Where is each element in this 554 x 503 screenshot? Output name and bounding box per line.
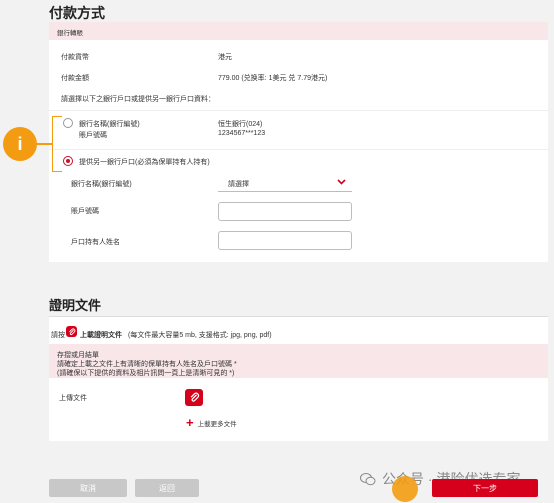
cancel-label: 取消 — [80, 483, 96, 493]
divider — [49, 149, 548, 150]
bank-select-value: 請選擇 — [228, 181, 249, 188]
currency-label: 付款貨幣 — [61, 54, 89, 61]
upload-clip-button[interactable] — [66, 326, 77, 337]
next-button[interactable]: 下一步 — [432, 479, 538, 497]
next-label: 下一步 — [473, 483, 497, 493]
select-account-instruction: 請選擇以下之銀行戶口或提供另一銀行戶口資料： — [61, 96, 215, 103]
bank-transfer-label: 銀行轉賬 — [57, 30, 83, 37]
option1-bank-value: 恒生銀行(024) — [218, 121, 263, 128]
proof-card: 請按 上載證明文件 (每文件最大容量5 mb, 支援格式: jpg, png, … — [49, 317, 548, 441]
upload-file-button[interactable] — [185, 389, 203, 406]
info-icon: i — [3, 127, 37, 161]
upload-hint: (每文件最大容量5 mb, 支援格式: jpg, png, pdf) — [128, 332, 272, 339]
account-holder-input[interactable] — [218, 231, 352, 250]
cancel-button[interactable]: 取消 — [49, 479, 127, 497]
plus-icon: + — [186, 415, 194, 430]
back-label: 返回 — [159, 483, 175, 493]
option2-label: 提供另一銀行戶口(必須為保單持有人持有) — [79, 159, 210, 166]
option1-bank-label: 銀行名稱(銀行編號) — [79, 121, 140, 128]
payment-title: 付款方式 — [49, 5, 105, 21]
wechat-icon — [360, 473, 376, 486]
divider — [49, 110, 548, 111]
currency-value: 港元 — [218, 54, 232, 61]
hand-icon — [392, 476, 418, 502]
upload-more-label: 上載更多文件 — [197, 421, 237, 428]
payment-card: 銀行轉賬 付款貨幣 港元 付款金額 779.00 (兑换率: 1美元 兑 7.7… — [49, 22, 548, 262]
upload-prefix: 請按 — [51, 332, 65, 339]
bank-select[interactable]: 請選擇 — [218, 172, 352, 192]
form-holder-label: 戶口持有人姓名 — [71, 239, 120, 246]
account-number-input[interactable] — [218, 202, 352, 221]
notice-line2: (請確保以下提供的資料及相片訊問一頁上是清晰可見的 *) — [57, 370, 235, 377]
notice-box: 存摺或月結單 請確定上載之文件上有清晰的保單持有人姓名及戶口號碼 * (請確保以… — [49, 344, 548, 378]
chevron-down-icon — [337, 179, 346, 185]
paperclip-icon — [190, 392, 199, 402]
upload-more-button[interactable]: + 上載更多文件 — [186, 415, 237, 430]
paperclip-icon — [68, 327, 75, 335]
option1-account-label: 賬戶號碼 — [79, 132, 107, 139]
form-account-label: 賬戶號碼 — [71, 208, 99, 215]
amount-value: 779.00 (兑换率: 1美元 兑 7.79港元) — [218, 75, 328, 82]
form-bank-label: 銀行名稱(銀行編號) — [71, 181, 132, 188]
back-button[interactable]: 返回 — [135, 479, 199, 497]
option1-account-value: 1234567***123 — [218, 130, 266, 137]
radio-other-account[interactable] — [63, 156, 73, 166]
radio-existing-account[interactable] — [63, 118, 73, 128]
bank-transfer-header: 銀行轉賬 — [49, 22, 548, 40]
amount-label: 付款金額 — [61, 75, 89, 82]
upload-link[interactable]: 上載證明文件 — [80, 330, 122, 340]
info-bracket — [52, 116, 62, 172]
info-connector — [36, 143, 53, 145]
proof-title: 證明文件 — [49, 298, 102, 313]
upload-file-label: 上傳文件 — [59, 395, 87, 402]
info-icon-glyph: i — [17, 133, 23, 154]
